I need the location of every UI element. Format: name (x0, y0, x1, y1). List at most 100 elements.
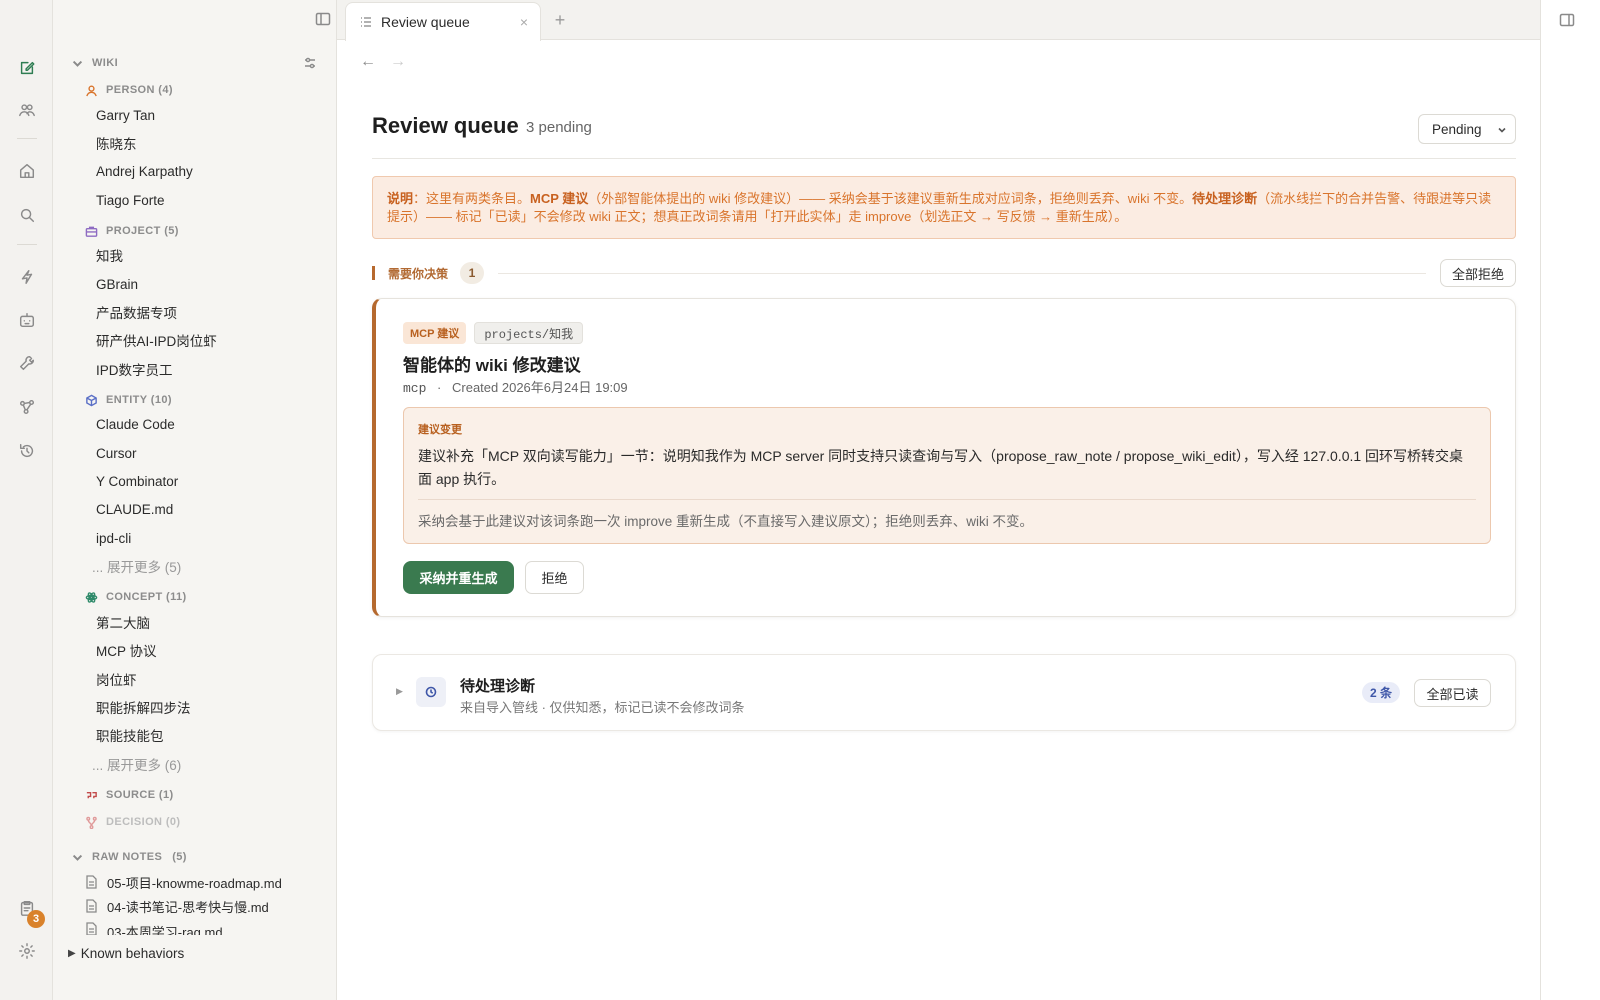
mark-all-read-button[interactable]: 全部已读 (1414, 679, 1491, 707)
created-timestamp: Created 2026年6月24日 19:09 (452, 380, 628, 395)
raw-notes-count: (5) (172, 851, 187, 863)
person-icon (86, 85, 97, 96)
expand-more-link[interactable]: ... 展开更多 (6) (92, 751, 181, 777)
wiki-label: WIKI (92, 57, 119, 69)
forward-arrow-icon[interactable]: → (390, 53, 406, 71)
pending-count: 3 pending (526, 119, 592, 136)
diagnostics-panel[interactable]: ▶ 待处理诊断 来自导入管线 · 仅供知悉，标记已读不会修改词条 2 条 全部已… (372, 654, 1516, 731)
status-filter-select[interactable]: Pending (1418, 114, 1516, 144)
group-label: ENTITY (10) (106, 394, 172, 406)
filter-value: Pending (1432, 121, 1482, 137)
diagnostics-title: 待处理诊断 (460, 678, 536, 695)
mcp-tag: MCP 建议 (403, 322, 467, 344)
diagnostics-subtitle: 来自导入管线 · 仅供知悉，标记已读不会修改词条 (460, 700, 745, 715)
plug-icon[interactable] (14, 264, 40, 290)
divider (372, 158, 1516, 159)
sidebar-item[interactable]: Y Combinator (96, 468, 178, 494)
clock-icon (416, 677, 446, 707)
robot-icon[interactable] (14, 307, 40, 333)
group-label: SOURCE (1) (106, 789, 174, 801)
sidebar-item[interactable]: Andrej Karpathy (96, 158, 193, 184)
sidebar-item[interactable]: GBrain (96, 271, 138, 297)
chevron-down-icon (1498, 127, 1506, 133)
chevron-down-icon (72, 854, 83, 861)
known-behaviors-toggle[interactable]: ▶ Known behaviors (68, 946, 184, 961)
history-icon[interactable] (14, 438, 40, 464)
raw-note-item[interactable]: 05-项目-knowme-roadmap.md (85, 869, 282, 895)
notice-text: （外部智能体提出的 wiki 修改建议）—— 采纳会基于该建议重新生成对应词条，… (588, 191, 1193, 206)
sidebar-item[interactable]: MCP 协议 (96, 637, 157, 663)
right-panel-strip (1540, 0, 1600, 1000)
sidebar-top (53, 0, 336, 40)
raw-note-item[interactable]: 04-读书笔记-思考快与慢.md (85, 893, 269, 919)
back-arrow-icon[interactable]: ← (360, 53, 376, 71)
sidebar-item[interactable]: Tiago Forte (96, 187, 165, 213)
briefcase-icon (85, 226, 98, 237)
right-panel-toggle-icon[interactable] (1559, 12, 1575, 28)
wrench-icon[interactable] (14, 350, 40, 376)
branch-icon (86, 816, 97, 829)
people-icon[interactable] (14, 97, 40, 123)
sidebar-item[interactable]: ipd-cli (96, 525, 131, 551)
group-decision[interactable]: DECISION (0) (85, 809, 180, 835)
sidebar-item[interactable]: 第二大脑 (96, 609, 150, 635)
tab-review-queue[interactable]: Review queue × (345, 2, 541, 41)
wiki-section-header[interactable]: WIKI (71, 50, 331, 76)
group-label: DECISION (0) (106, 816, 181, 828)
file-icon (86, 922, 97, 935)
sidebar-item[interactable]: IPD数字员工 (96, 356, 173, 382)
reject-all-button[interactable]: 全部拒绝 (1440, 259, 1516, 287)
sidebar-item[interactable]: 岗位虾 (96, 666, 137, 692)
entity-path-tag[interactable]: projects/知我 (474, 322, 584, 344)
section-accent-bar (372, 266, 375, 280)
group-person[interactable]: PERSON (4) (85, 77, 173, 103)
sidebar-item[interactable]: 职能技能包 (96, 722, 164, 748)
sidebar-item[interactable]: Cursor (96, 440, 137, 466)
card-tags: MCP 建议 projects/知我 (403, 322, 584, 344)
sidebar-item[interactable]: 知我 (96, 242, 123, 268)
group-entity[interactable]: ENTITY (10) (85, 387, 172, 413)
sidebar-item[interactable]: Garry Tan (96, 102, 155, 128)
home-icon[interactable] (14, 158, 40, 184)
triangle-right-icon: ▶ (68, 948, 76, 959)
group-source[interactable]: SOURCE (1) (85, 782, 174, 808)
sidebar-item[interactable]: Claude Code (96, 411, 175, 437)
edit-icon[interactable] (14, 55, 40, 81)
sidebar-item[interactable]: 陈晓东 (96, 130, 137, 156)
expand-more-link[interactable]: ... 展开更多 (5) (92, 553, 181, 579)
raw-notes-label: RAW NOTES (92, 851, 163, 863)
card-title: 智能体的 wiki 修改建议 (403, 356, 581, 375)
meta-separator: · (437, 380, 442, 395)
tab-bar: Review queue × + (337, 0, 1540, 41)
sidebar-item[interactable]: CLAUDE.md (96, 496, 173, 522)
wiki-sidebar: WIKI PERSON (4) Garry Tan 陈晓东 Andrej Kar… (53, 0, 337, 1000)
main-content: ← → Review queue 3 pending Pending 说明：这里… (338, 41, 1539, 1000)
group-label: PERSON (4) (106, 84, 173, 96)
notice-emph: 待处理诊断 (1192, 191, 1258, 206)
source-label: mcp (403, 381, 427, 396)
sidebar-item[interactable]: 产品数据专项 (96, 299, 177, 325)
card-meta: mcp · Created 2026年6月24日 19:09 (403, 377, 628, 396)
notification-badge: 3 (27, 910, 45, 928)
accept-regenerate-button[interactable]: 采纳并重生成 (403, 561, 514, 594)
graph-icon[interactable] (14, 394, 40, 420)
expand-triangle-icon[interactable]: ▶ (396, 686, 403, 697)
info-notice: 说明：这里有两类条目。MCP 建议（外部智能体提出的 wiki 修改建议）—— … (372, 176, 1516, 239)
raw-notes-header[interactable]: RAW NOTES (5) (71, 844, 187, 870)
add-tab-icon[interactable]: + (549, 9, 571, 31)
sidebar-toggle-icon[interactable] (315, 11, 333, 29)
proposed-change-box: 建议变更 建议补充「MCP 双向读写能力」一节：说明知我作为 MCP serve… (403, 407, 1491, 544)
divider (418, 499, 1476, 500)
sidebar-item[interactable]: 研产供AI-IPD岗位虾 (96, 327, 217, 353)
tab-label: Review queue (381, 14, 470, 30)
filter-sliders-icon[interactable] (303, 56, 317, 70)
search-icon[interactable] (14, 202, 40, 228)
group-concept[interactable]: CONCEPT (11) (85, 584, 187, 610)
close-icon[interactable]: × (520, 14, 528, 30)
reject-button[interactable]: 拒绝 (525, 561, 584, 594)
sidebar-item[interactable]: 职能拆解四步法 (96, 694, 191, 720)
group-project[interactable]: PROJECT (5) (85, 218, 179, 244)
quote-icon (86, 791, 97, 798)
settings-gear-icon[interactable] (14, 938, 40, 964)
raw-note-item[interactable]: 03-本周学习-rag.md (85, 917, 223, 935)
